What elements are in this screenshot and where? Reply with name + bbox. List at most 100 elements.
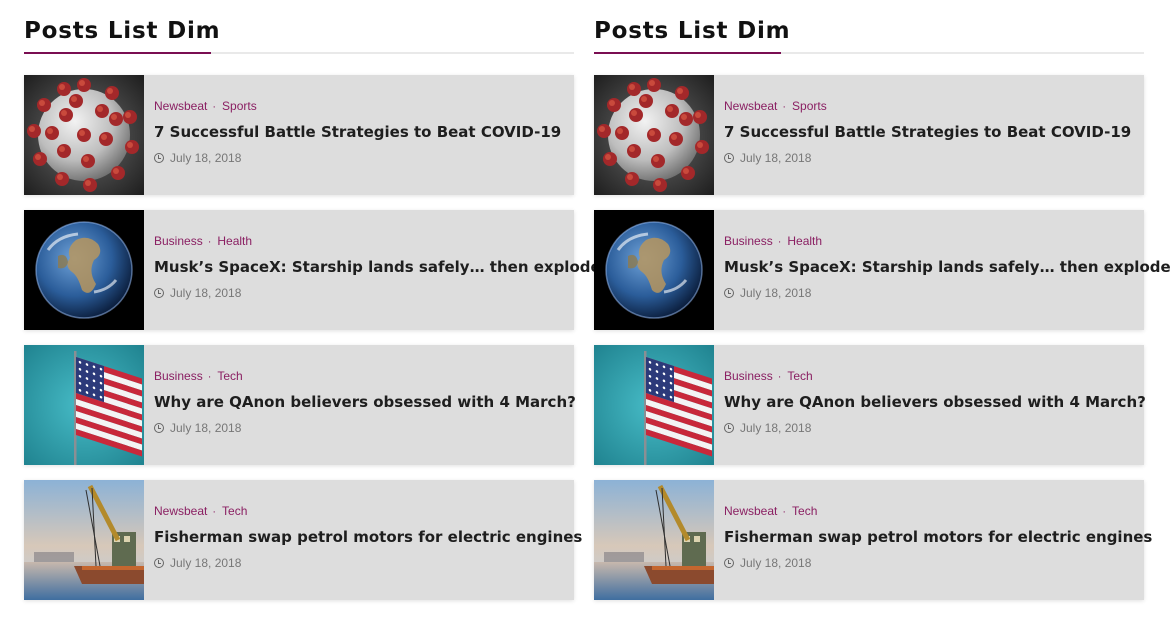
post-categories: Business · Health (724, 234, 1170, 249)
category-link[interactable]: Business (724, 234, 773, 248)
post-item: Business · Tech Why are QAnon believers obs… (594, 345, 1146, 465)
post-categories: Business · Tech (154, 369, 576, 384)
category-separator: · (212, 506, 217, 518)
category-link[interactable]: Tech (792, 504, 817, 518)
post-meta: July 18, 2018 (724, 286, 1170, 300)
post-date: July 18, 2018 (170, 421, 242, 435)
category-link[interactable]: Health (217, 234, 252, 248)
post-item: Business · Health Musk’s SpaceX: Starship l… (24, 210, 610, 330)
category-link[interactable]: Tech (787, 369, 812, 383)
post-title-link[interactable]: Musk’s SpaceX: Starship lands safely… th… (724, 257, 1170, 277)
category-link[interactable]: Sports (222, 99, 257, 113)
category-separator: · (207, 236, 212, 248)
category-link[interactable]: Tech (217, 369, 242, 383)
post-meta: July 18, 2018 (154, 286, 610, 300)
clock-icon (154, 558, 164, 568)
category-link[interactable]: Health (787, 234, 822, 248)
earth-image (594, 210, 714, 330)
post-date: July 18, 2018 (740, 151, 812, 165)
post-title-link[interactable]: 7 Successful Battle Strategies to Beat C… (154, 122, 561, 142)
post-title-link[interactable]: Why are QAnon believers obsessed with 4 … (154, 392, 576, 412)
post-categories: Newsbeat · Tech (724, 504, 1152, 519)
category-link[interactable]: Business (724, 369, 773, 383)
flag-image (594, 345, 714, 465)
post-meta: July 18, 2018 (724, 151, 1131, 165)
posts-list-widget: Posts List Dim Newsbeat · Sports 7 Successf… (594, 16, 1170, 615)
post-item: Business · Tech Why are QAnon believers obs… (24, 345, 576, 465)
category-separator: · (782, 101, 787, 113)
post-body: Newsbeat · Tech Fisherman swap petrol motor… (714, 480, 1162, 600)
post-meta: July 18, 2018 (154, 151, 561, 165)
post-item: Newsbeat · Sports 7 Successful Battle Strat… (24, 75, 574, 195)
post-meta: July 18, 2018 (154, 421, 576, 435)
clock-icon (724, 153, 734, 163)
category-separator: · (777, 236, 782, 248)
flag-image (24, 345, 144, 465)
virus-image (594, 75, 714, 195)
title-underline (24, 52, 211, 54)
clock-icon (154, 423, 164, 433)
post-meta: July 18, 2018 (154, 556, 582, 570)
post-thumbnail[interactable] (594, 345, 714, 465)
post-body: Business · Tech Why are QAnon believers obs… (714, 345, 1156, 465)
post-categories: Business · Tech (724, 369, 1146, 384)
post-body: Business · Tech Why are QAnon believers obs… (144, 345, 586, 465)
post-title-link[interactable]: Why are QAnon believers obsessed with 4 … (724, 392, 1146, 412)
category-link[interactable]: Business (154, 234, 203, 248)
post-title-link[interactable]: Musk’s SpaceX: Starship lands safely… th… (154, 257, 610, 277)
earth-image (24, 210, 144, 330)
boat-image (594, 480, 714, 600)
clock-icon (724, 558, 734, 568)
post-thumbnail[interactable] (594, 75, 714, 195)
category-link[interactable]: Newsbeat (154, 99, 207, 113)
post-date: July 18, 2018 (740, 286, 812, 300)
widget-header: Posts List Dim (594, 16, 1144, 54)
clock-icon (154, 288, 164, 298)
post-thumbnail[interactable] (594, 210, 714, 330)
post-body: Newsbeat · Sports 7 Successful Battle Strat… (714, 75, 1141, 195)
post-date: July 18, 2018 (170, 286, 242, 300)
widget-title: Posts List Dim (594, 18, 791, 44)
widgets-area: Posts List Dim Newsbeat · Sports 7 Successf… (0, 0, 1170, 626)
post-categories: Newsbeat · Tech (154, 504, 582, 519)
post-body: Business · Health Musk’s SpaceX: Starship l… (144, 210, 620, 330)
category-separator: · (207, 371, 212, 383)
clock-icon (154, 153, 164, 163)
post-date: July 18, 2018 (740, 421, 812, 435)
category-link[interactable]: Newsbeat (724, 504, 777, 518)
title-underline (594, 52, 781, 54)
widget-header: Posts List Dim (24, 16, 574, 54)
post-meta: July 18, 2018 (724, 421, 1146, 435)
post-title-link[interactable]: Fisherman swap petrol motors for electri… (154, 527, 582, 547)
post-categories: Newsbeat · Sports (154, 99, 561, 114)
category-link[interactable]: Newsbeat (724, 99, 777, 113)
clock-icon (724, 423, 734, 433)
post-item: Newsbeat · Sports 7 Successful Battle Strat… (594, 75, 1144, 195)
category-link[interactable]: Newsbeat (154, 504, 207, 518)
category-separator: · (782, 506, 787, 518)
post-thumbnail[interactable] (24, 345, 144, 465)
post-item: Business · Health Musk’s SpaceX: Starship l… (594, 210, 1170, 330)
post-body: Newsbeat · Sports 7 Successful Battle Strat… (144, 75, 571, 195)
post-item: Newsbeat · Tech Fisherman swap petrol motor… (24, 480, 582, 600)
boat-image (24, 480, 144, 600)
post-categories: Newsbeat · Sports (724, 99, 1131, 114)
post-title-link[interactable]: Fisherman swap petrol motors for electri… (724, 527, 1152, 547)
post-date: July 18, 2018 (170, 151, 242, 165)
category-link[interactable]: Tech (222, 504, 247, 518)
post-title-link[interactable]: 7 Successful Battle Strategies to Beat C… (724, 122, 1131, 142)
post-body: Business · Health Musk’s SpaceX: Starship l… (714, 210, 1170, 330)
post-categories: Business · Health (154, 234, 610, 249)
post-thumbnail[interactable] (24, 210, 144, 330)
category-separator: · (777, 371, 782, 383)
post-date: July 18, 2018 (170, 556, 242, 570)
post-meta: July 18, 2018 (724, 556, 1152, 570)
category-link[interactable]: Business (154, 369, 203, 383)
post-list: Newsbeat · Sports 7 Successful Battle Strat… (594, 75, 1170, 600)
category-link[interactable]: Sports (792, 99, 827, 113)
post-thumbnail[interactable] (24, 480, 144, 600)
post-item: Newsbeat · Tech Fisherman swap petrol motor… (594, 480, 1152, 600)
post-thumbnail[interactable] (594, 480, 714, 600)
post-thumbnail[interactable] (24, 75, 144, 195)
posts-list-widget: Posts List Dim Newsbeat · Sports 7 Successf… (24, 16, 610, 615)
